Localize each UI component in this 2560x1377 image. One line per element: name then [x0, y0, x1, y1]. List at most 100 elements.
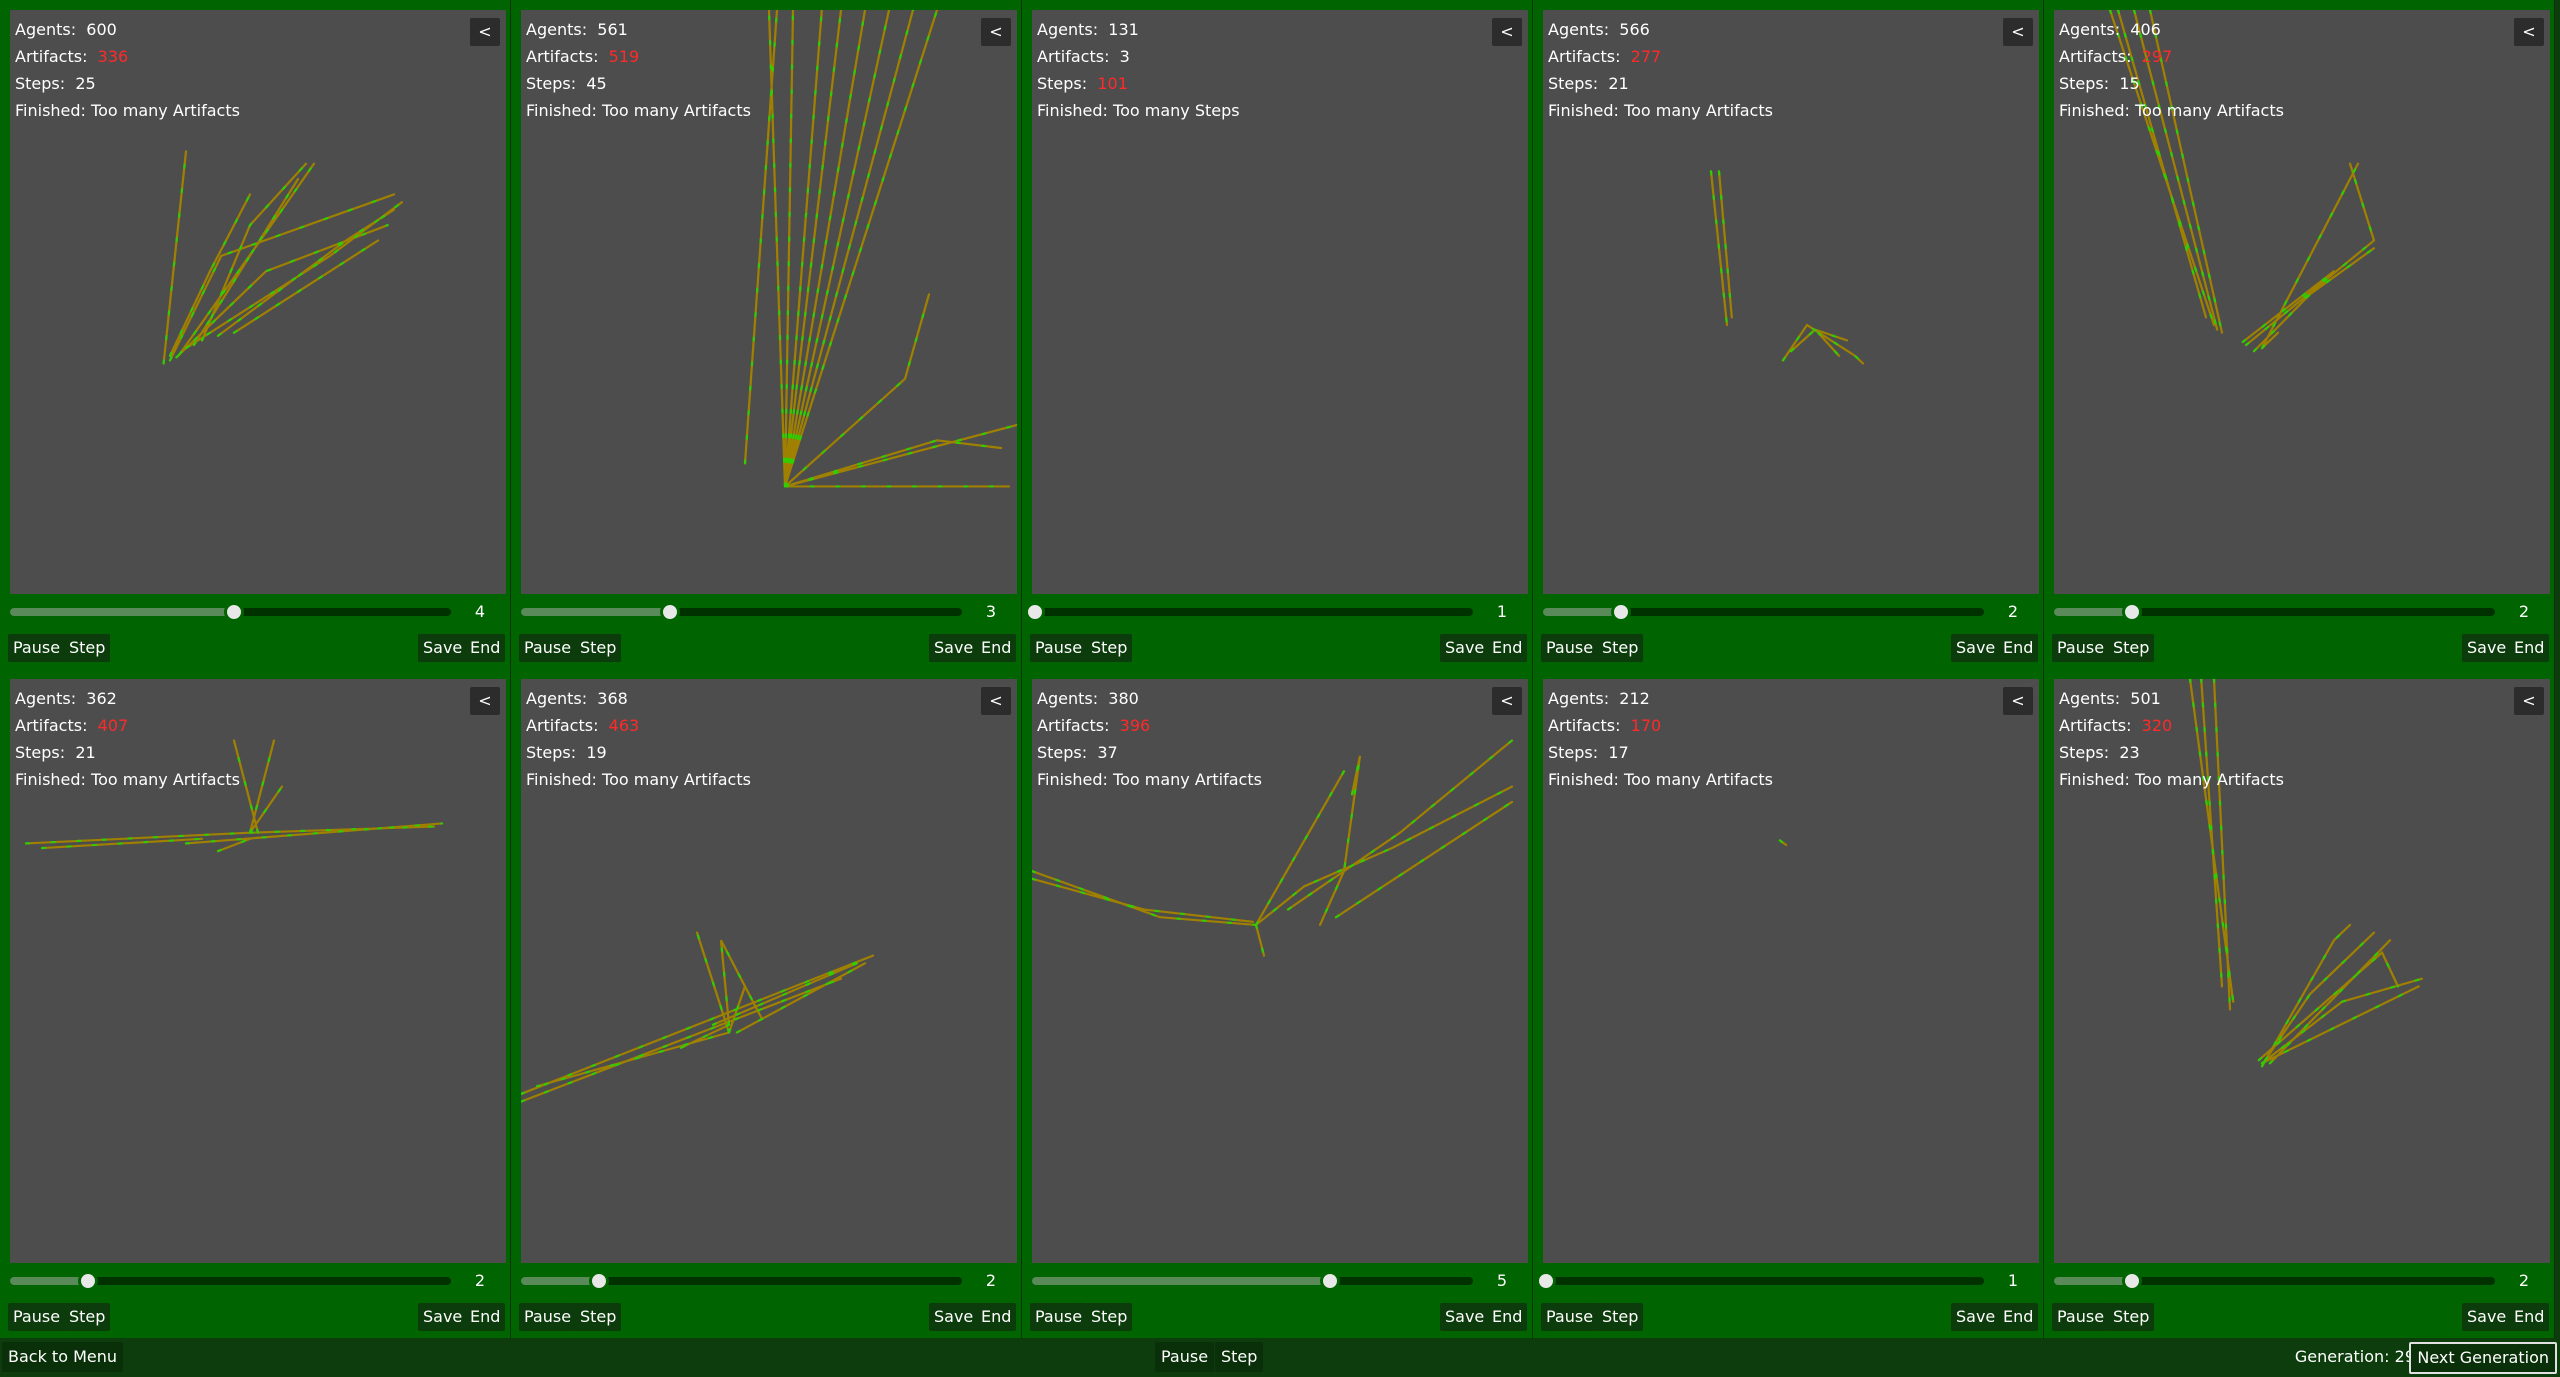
- speed-slider-handle[interactable]: [1536, 1271, 1556, 1291]
- pause-button[interactable]: Pause: [1541, 1303, 1599, 1331]
- end-button[interactable]: End: [1487, 1303, 1528, 1331]
- pause-all-button[interactable]: Pause: [1155, 1342, 1215, 1372]
- save-button[interactable]: Save: [418, 634, 468, 662]
- end-button[interactable]: End: [465, 1303, 506, 1331]
- step-button[interactable]: Step: [1597, 634, 1644, 662]
- end-button[interactable]: End: [1998, 634, 2039, 662]
- collapse-panel-button[interactable]: <: [2514, 687, 2544, 715]
- artifacts-value: 170: [1630, 716, 1662, 735]
- pause-button[interactable]: Pause: [2052, 634, 2110, 662]
- artifacts-stat: Artifacts: 519: [526, 43, 751, 70]
- step-button[interactable]: Step: [2108, 1303, 2155, 1331]
- step-button[interactable]: Step: [1597, 1303, 1644, 1331]
- save-button[interactable]: Save: [2462, 634, 2512, 662]
- save-button[interactable]: Save: [929, 634, 979, 662]
- save-button[interactable]: Save: [1951, 1303, 2001, 1331]
- agents-stat: Agents: 600: [15, 16, 240, 43]
- simulation-viewport[interactable]: Agents: 406 Artifacts: 297 Steps: 15 Fin…: [2054, 10, 2550, 594]
- speed-slider[interactable]: [2054, 602, 2495, 622]
- pause-button[interactable]: Pause: [8, 1303, 66, 1331]
- step-button[interactable]: Step: [64, 1303, 111, 1331]
- end-button[interactable]: End: [2509, 1303, 2550, 1331]
- artifacts-value: 297: [2141, 47, 2173, 66]
- collapse-panel-button[interactable]: <: [981, 18, 1011, 46]
- save-button[interactable]: Save: [2462, 1303, 2512, 1331]
- simulation-viewport[interactable]: Agents: 566 Artifacts: 277 Steps: 21 Fin…: [1543, 10, 2039, 594]
- step-button[interactable]: Step: [1086, 634, 1133, 662]
- simulation-viewport[interactable]: Agents: 561 Artifacts: 519 Steps: 45 Fin…: [521, 10, 1017, 594]
- agents-value: 362: [86, 689, 117, 708]
- speed-slider-handle[interactable]: [588, 1271, 609, 1291]
- simulation-viewport[interactable]: Agents: 362 Artifacts: 407 Steps: 21 Fin…: [10, 679, 506, 1263]
- speed-slider[interactable]: [521, 602, 962, 622]
- collapse-panel-button[interactable]: <: [470, 18, 500, 46]
- collapse-panel-button[interactable]: <: [2003, 687, 2033, 715]
- save-button[interactable]: Save: [1440, 1303, 1490, 1331]
- save-button[interactable]: Save: [1440, 634, 1490, 662]
- pause-button[interactable]: Pause: [1030, 634, 1088, 662]
- speed-slider[interactable]: [2054, 1271, 2495, 1291]
- speed-slider-handle[interactable]: [77, 1271, 98, 1291]
- speed-slider[interactable]: [1025, 602, 1473, 622]
- end-button[interactable]: End: [2509, 634, 2550, 662]
- simulation-viewport[interactable]: Agents: 368 Artifacts: 463 Steps: 19 Fin…: [521, 679, 1017, 1263]
- speed-slider[interactable]: [1032, 1271, 1473, 1291]
- pause-button[interactable]: Pause: [519, 634, 577, 662]
- collapse-panel-button[interactable]: <: [1492, 18, 1522, 46]
- pause-button[interactable]: Pause: [519, 1303, 577, 1331]
- finished-stat: Finished: Too many Artifacts: [526, 766, 751, 793]
- pause-button[interactable]: Pause: [8, 634, 66, 662]
- simulation-viewport[interactable]: Agents: 131 Artifacts: 3 Steps: 101 Fini…: [1032, 10, 1528, 594]
- speed-slider-handle[interactable]: [1610, 602, 1631, 622]
- speed-slider[interactable]: [10, 1271, 451, 1291]
- step-button[interactable]: Step: [1086, 1303, 1133, 1331]
- collapse-panel-button[interactable]: <: [2003, 18, 2033, 46]
- artifacts-value: 320: [2141, 716, 2173, 735]
- collapse-panel-button[interactable]: <: [981, 687, 1011, 715]
- steps-value: 45: [586, 74, 607, 93]
- end-button[interactable]: End: [976, 1303, 1017, 1331]
- pause-button[interactable]: Pause: [1541, 634, 1599, 662]
- next-generation-button[interactable]: Next Generation: [2409, 1342, 2557, 1374]
- finished-stat: Finished: Too many Artifacts: [15, 97, 240, 124]
- back-to-menu-button[interactable]: Back to Menu: [2, 1342, 124, 1372]
- step-button[interactable]: Step: [575, 634, 622, 662]
- end-button[interactable]: End: [1487, 634, 1528, 662]
- artifacts-stat: Artifacts: 3: [1037, 43, 1240, 70]
- step-button[interactable]: Step: [575, 1303, 622, 1331]
- pause-button[interactable]: Pause: [2052, 1303, 2110, 1331]
- simulation-panel: Agents: 131 Artifacts: 3 Steps: 101 Fini…: [1022, 0, 1533, 669]
- speed-slider-handle[interactable]: [659, 602, 680, 622]
- step-button[interactable]: Step: [2108, 634, 2155, 662]
- speed-slider-handle[interactable]: [2121, 602, 2142, 622]
- speed-slider-handle[interactable]: [1025, 602, 1045, 622]
- save-button[interactable]: Save: [929, 1303, 979, 1331]
- simulation-viewport[interactable]: Agents: 600 Artifacts: 336 Steps: 25 Fin…: [10, 10, 506, 594]
- speed-slider[interactable]: [1543, 602, 1984, 622]
- simulation-viewport[interactable]: Agents: 212 Artifacts: 170 Steps: 17 Fin…: [1543, 679, 2039, 1263]
- collapse-panel-button[interactable]: <: [1492, 687, 1522, 715]
- speed-slider-handle[interactable]: [2121, 1271, 2142, 1291]
- collapse-panel-button[interactable]: <: [470, 687, 500, 715]
- step-button[interactable]: Step: [64, 634, 111, 662]
- speed-slider-handle[interactable]: [1320, 1271, 1341, 1291]
- simulation-viewport[interactable]: Agents: 501 Artifacts: 320 Steps: 23 Fin…: [2054, 679, 2550, 1263]
- speed-slider[interactable]: [1536, 1271, 1984, 1291]
- artifacts-value: 463: [608, 716, 640, 735]
- collapse-panel-button[interactable]: <: [2514, 18, 2544, 46]
- steps-label: Steps:: [15, 74, 66, 93]
- simulation-panel: Agents: 566 Artifacts: 277 Steps: 21 Fin…: [1533, 0, 2044, 669]
- save-button[interactable]: Save: [418, 1303, 468, 1331]
- agents-value: 212: [1619, 689, 1650, 708]
- speed-slider[interactable]: [10, 602, 451, 622]
- end-button[interactable]: End: [976, 634, 1017, 662]
- pause-button[interactable]: Pause: [1030, 1303, 1088, 1331]
- save-button[interactable]: Save: [1951, 634, 2001, 662]
- end-button[interactable]: End: [465, 634, 506, 662]
- simulation-viewport[interactable]: Agents: 380 Artifacts: 396 Steps: 37 Fin…: [1032, 679, 1528, 1263]
- speed-slider[interactable]: [521, 1271, 962, 1291]
- step-all-button[interactable]: Step: [1215, 1342, 1264, 1372]
- end-button[interactable]: End: [1998, 1303, 2039, 1331]
- finished-stat: Finished: Too many Artifacts: [2059, 97, 2284, 124]
- speed-slider-handle[interactable]: [223, 602, 244, 622]
